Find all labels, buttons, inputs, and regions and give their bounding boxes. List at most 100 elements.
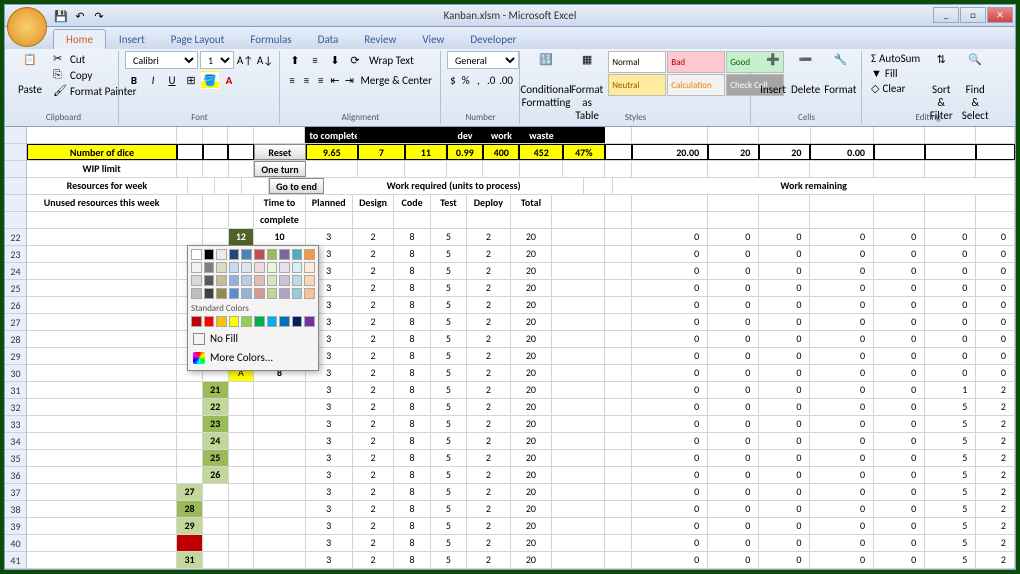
- cell[interactable]: 2: [353, 263, 395, 279]
- cell[interactable]: 2: [976, 382, 1015, 398]
- underline-button[interactable]: U: [163, 71, 181, 89]
- color-swatch[interactable]: [292, 262, 303, 273]
- cell[interactable]: [552, 382, 604, 398]
- tab-data[interactable]: Data: [305, 29, 352, 49]
- cell[interactable]: [229, 212, 255, 228]
- cell[interactable]: 8: [394, 263, 430, 279]
- cell[interactable]: 5: [431, 263, 467, 279]
- cell[interactable]: 2: [353, 399, 395, 415]
- cell[interactable]: [431, 212, 467, 228]
- close-button[interactable]: ✕: [987, 7, 1013, 23]
- cell[interactable]: 8: [394, 399, 430, 415]
- cell[interactable]: 2: [467, 433, 510, 449]
- cell[interactable]: [632, 195, 708, 211]
- cell[interactable]: 2: [467, 280, 510, 296]
- color-swatch[interactable]: [191, 249, 202, 260]
- cell[interactable]: 5: [925, 484, 976, 500]
- cell[interactable]: [552, 552, 604, 568]
- cell[interactable]: Reset: [254, 144, 305, 160]
- cell[interactable]: [552, 195, 604, 211]
- cell[interactable]: 2: [353, 433, 395, 449]
- cell[interactable]: [27, 518, 177, 534]
- cell[interactable]: [177, 433, 203, 449]
- cell[interactable]: [254, 127, 305, 143]
- cell[interactable]: 0: [925, 331, 976, 347]
- cell[interactable]: [605, 450, 632, 466]
- cell[interactable]: 0: [874, 365, 925, 381]
- cell[interactable]: work: [483, 127, 519, 143]
- cell[interactable]: 7: [358, 144, 405, 160]
- cell[interactable]: 2: [353, 246, 395, 262]
- cell[interactable]: 3: [306, 501, 353, 517]
- cell[interactable]: 27: [177, 484, 203, 500]
- cell[interactable]: 3: [306, 450, 353, 466]
- cell[interactable]: [203, 229, 229, 245]
- cell[interactable]: [810, 161, 874, 177]
- color-swatch[interactable]: [279, 288, 290, 299]
- cell[interactable]: 2: [467, 484, 510, 500]
- cell[interactable]: 0: [976, 246, 1015, 262]
- cell[interactable]: [27, 280, 177, 296]
- cell[interactable]: Planned: [306, 195, 353, 211]
- cell[interactable]: [203, 161, 229, 177]
- cell[interactable]: [552, 399, 604, 415]
- cell[interactable]: [405, 161, 447, 177]
- cell[interactable]: 0: [708, 263, 759, 279]
- color-swatch[interactable]: [267, 316, 278, 327]
- color-swatch[interactable]: [254, 275, 265, 286]
- cell[interactable]: 8: [394, 416, 430, 432]
- cell[interactable]: [254, 467, 305, 483]
- cell[interactable]: 2: [353, 365, 395, 381]
- cell[interactable]: 0: [810, 331, 874, 347]
- cell[interactable]: 0: [976, 314, 1015, 330]
- cell[interactable]: 0: [810, 229, 874, 245]
- color-swatch[interactable]: [304, 249, 315, 260]
- cell[interactable]: [552, 433, 604, 449]
- cell[interactable]: 0: [976, 297, 1015, 313]
- cell[interactable]: [27, 450, 177, 466]
- color-swatch[interactable]: [267, 249, 278, 260]
- cell[interactable]: 0: [810, 433, 874, 449]
- cell[interactable]: [520, 161, 563, 177]
- decrease-indent-button[interactable]: ⇤: [329, 71, 341, 89]
- cell[interactable]: 0: [759, 280, 810, 296]
- cell[interactable]: 20: [511, 280, 553, 296]
- color-swatch[interactable]: [191, 288, 202, 299]
- cell[interactable]: 5: [925, 433, 976, 449]
- cell[interactable]: [759, 127, 810, 143]
- cell[interactable]: 20: [511, 450, 553, 466]
- cell[interactable]: 5: [925, 535, 976, 551]
- cell[interactable]: 8: [394, 246, 430, 262]
- cell[interactable]: 2: [467, 297, 510, 313]
- align-center-button[interactable]: ≡: [300, 71, 312, 89]
- cell[interactable]: 20: [511, 297, 553, 313]
- cell[interactable]: 2: [353, 331, 395, 347]
- cell[interactable]: [605, 280, 632, 296]
- fill-color-button[interactable]: 🪣: [201, 71, 219, 89]
- paste-button[interactable]: 📋 Paste: [14, 51, 46, 99]
- cell[interactable]: 0: [810, 365, 874, 381]
- maximize-button[interactable]: □: [960, 7, 986, 23]
- cell[interactable]: 0: [810, 263, 874, 279]
- cell[interactable]: [229, 501, 255, 517]
- cell[interactable]: 0: [632, 416, 708, 432]
- tab-insert[interactable]: Insert: [106, 29, 158, 49]
- cell[interactable]: 0: [874, 433, 925, 449]
- cell[interactable]: [447, 161, 483, 177]
- cell[interactable]: [759, 161, 810, 177]
- cell[interactable]: 0: [632, 229, 708, 245]
- color-swatch[interactable]: [216, 288, 227, 299]
- cell[interactable]: 0: [759, 450, 810, 466]
- cell[interactable]: 25: [203, 450, 229, 466]
- cell[interactable]: 2: [353, 229, 395, 245]
- color-swatch[interactable]: [279, 249, 290, 260]
- cell[interactable]: [358, 127, 405, 143]
- cell[interactable]: 0: [874, 382, 925, 398]
- cell[interactable]: 0: [632, 518, 708, 534]
- cell[interactable]: 2: [353, 450, 395, 466]
- cell[interactable]: Unused resources this week: [27, 195, 177, 211]
- cell[interactable]: 0: [632, 297, 708, 313]
- cell[interactable]: 0: [874, 399, 925, 415]
- orientation-button[interactable]: ⟳: [346, 51, 364, 69]
- cell[interactable]: 3: [306, 433, 353, 449]
